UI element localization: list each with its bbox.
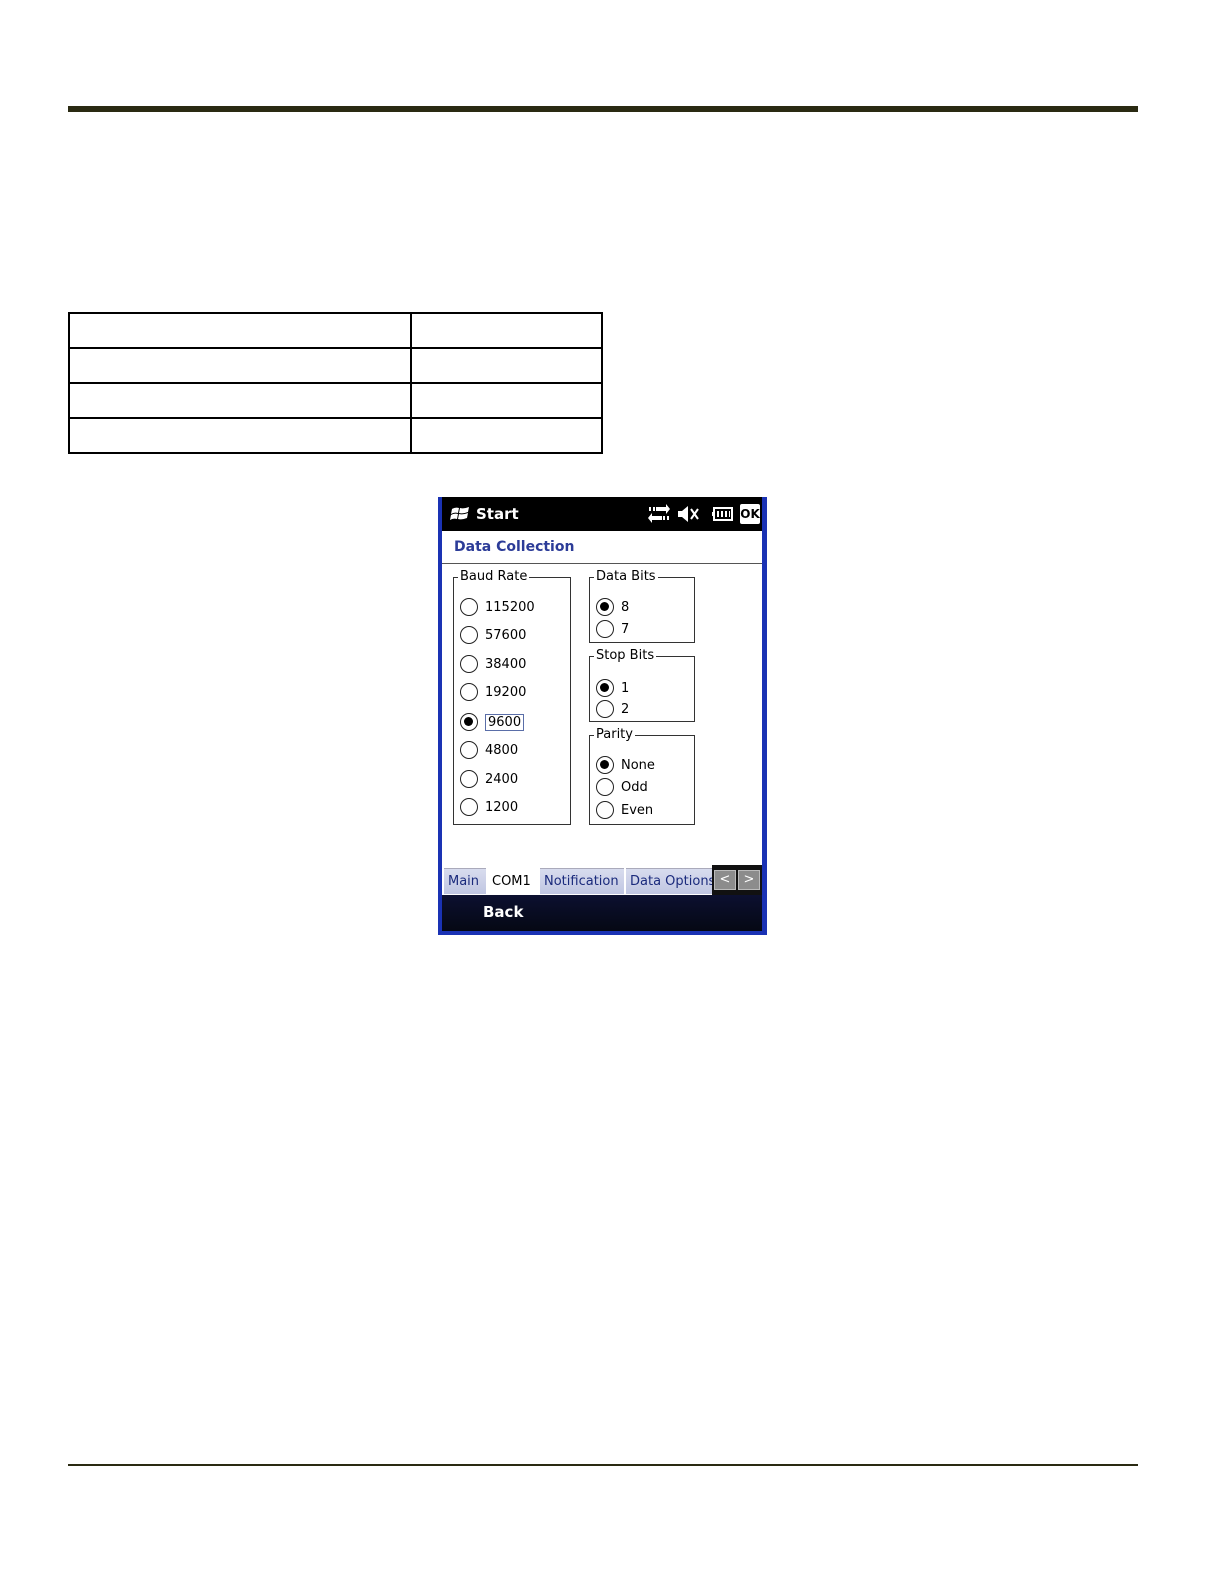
title-divider [442,563,762,564]
radio-selected-icon[interactable] [596,679,614,697]
data-bits-option-7[interactable]: 7 [596,618,629,640]
baud-option-57600[interactable]: 57600 [460,624,526,646]
radio-icon[interactable] [596,778,614,796]
option-label: Even [621,802,654,818]
parity-option-none[interactable]: None [596,754,655,776]
baud-rate-legend: Baud Rate [460,569,528,584]
option-label: 19200 [485,684,527,700]
data-bits-option-8[interactable]: 8 [596,596,629,618]
radio-icon[interactable] [460,626,478,644]
tab-scroll-left-button[interactable]: < [714,870,736,890]
page-title: Data Collection [454,539,575,555]
option-label: 57600 [485,627,527,643]
option-label: 2400 [485,771,519,787]
radio-icon[interactable] [460,655,478,673]
radio-icon[interactable] [596,620,614,638]
header-rule [68,106,1138,112]
tab-scroll-right-button[interactable]: > [738,870,760,890]
radio-icon[interactable] [460,770,478,788]
option-label: None [621,757,655,773]
parity-option-even[interactable]: Even [596,799,653,821]
option-label: 4800 [485,742,519,758]
speaker-muted-icon[interactable] [677,504,699,524]
baud-option-115200[interactable]: 115200 [460,596,535,618]
stop-bits-option-1[interactable]: 1 [596,677,629,699]
windows-logo-icon[interactable] [450,505,470,523]
data-bits-legend: Data Bits [596,569,656,584]
baud-option-9600[interactable]: 9600 [460,711,525,733]
option-label: 1200 [485,799,519,815]
table-row [68,312,603,349]
option-label: 7 [621,621,630,637]
tab-notification[interactable]: Notification [540,868,624,894]
option-label: 8 [621,599,630,615]
footer-rule [68,1464,1138,1466]
radio-icon[interactable] [460,598,478,616]
stop-bits-option-2[interactable]: 2 [596,698,629,720]
connectivity-arrows-icon[interactable] [648,504,670,524]
parity-group: Parity None Odd Even [589,728,695,825]
parity-legend: Parity [596,727,633,742]
radio-icon[interactable] [596,700,614,718]
baud-option-38400[interactable]: 38400 [460,653,526,675]
device-screenshot-frame: Start OK Data Collection Baud Rate 11520… [438,497,767,935]
radio-selected-icon[interactable] [596,756,614,774]
baud-option-1200[interactable]: 1200 [460,796,518,818]
settings-table [68,312,603,454]
title-bar: Start OK [442,497,762,531]
option-label: Odd [621,779,648,795]
option-label: 2 [621,701,630,717]
tab-main[interactable]: Main [444,868,486,894]
radio-icon[interactable] [460,741,478,759]
radio-selected-icon[interactable] [460,713,478,731]
table-row [68,417,603,454]
option-label: 1 [621,680,630,696]
baud-rate-group: Baud Rate 115200 57600 38400 19200 9600 [453,570,571,825]
baud-option-19200[interactable]: 19200 [460,681,526,703]
baud-option-2400[interactable]: 2400 [460,768,518,790]
option-label: 9600 [485,713,525,731]
table-row [68,382,603,419]
radio-icon[interactable] [596,801,614,819]
stop-bits-group: Stop Bits 1 2 [589,649,695,722]
tab-data-options[interactable]: Data Options [626,868,714,894]
back-softkey[interactable]: Back [483,903,523,921]
radio-icon[interactable] [460,683,478,701]
radio-icon[interactable] [460,798,478,816]
data-bits-group: Data Bits 8 7 [589,570,695,643]
battery-icon[interactable] [712,504,734,524]
start-button[interactable]: Start [476,505,519,523]
baud-option-4800[interactable]: 4800 [460,739,518,761]
device-screen: Start OK Data Collection Baud Rate 11520… [442,497,762,931]
tab-com1[interactable]: COM1 [488,868,538,894]
option-label: 115200 [485,599,535,615]
option-label: 38400 [485,656,527,672]
ok-button[interactable]: OK [740,504,760,524]
stop-bits-legend: Stop Bits [596,648,655,663]
parity-option-odd[interactable]: Odd [596,776,648,798]
softkey-bar: Back [442,895,762,931]
radio-selected-icon[interactable] [596,598,614,616]
table-row [68,347,603,384]
